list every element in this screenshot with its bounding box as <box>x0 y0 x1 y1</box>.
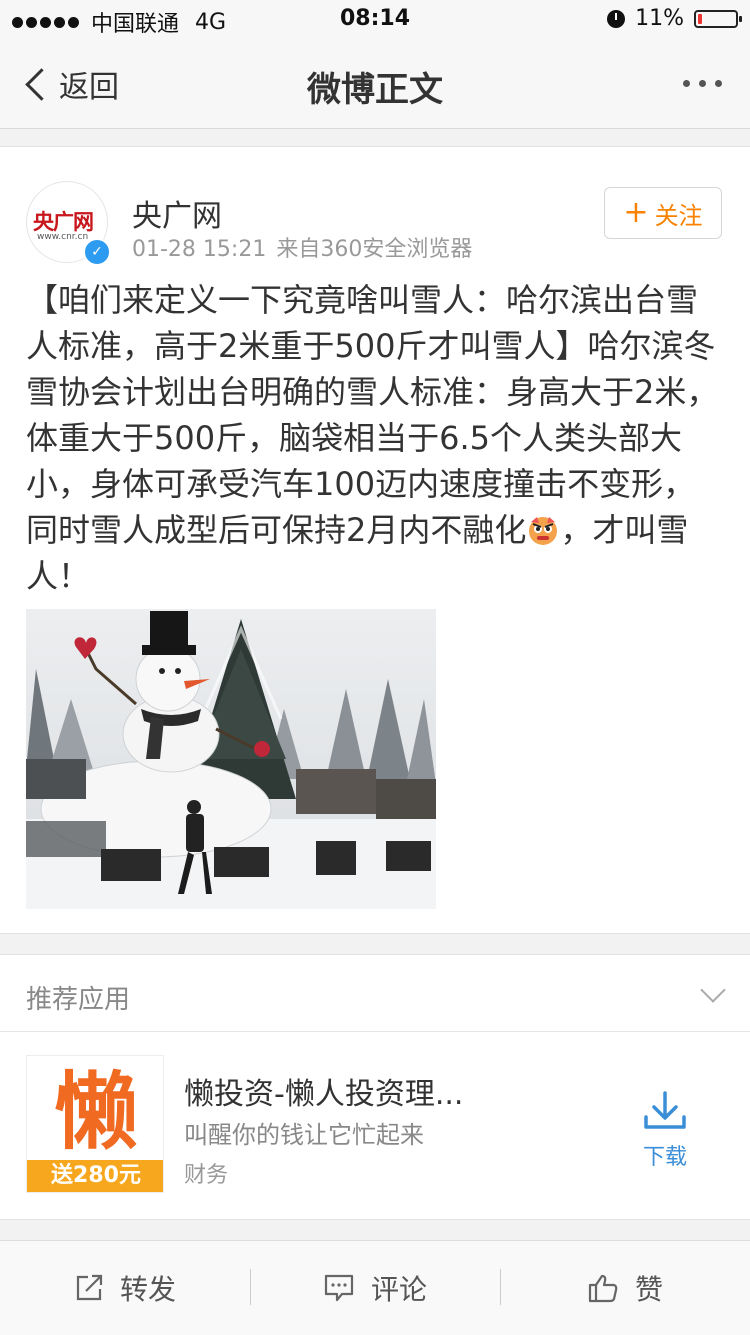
follow-button[interactable]: + 关注 <box>604 187 722 239</box>
snowman-photo[interactable] <box>26 609 436 909</box>
more-dots-icon <box>715 80 722 87</box>
app-description: 叫醒你的钱让它忙起来 <box>184 1121 424 1149</box>
bottom-action-bar: 转发 评论 赞 <box>0 1240 750 1335</box>
follow-label: 关注 <box>654 201 703 230</box>
alarm-icon <box>607 9 626 28</box>
post-text-main: 【咱们来定义一下究竟啥叫雪人：哈尔滨出台雪人标准，高于2米重于500斤才叫雪人】… <box>26 281 719 549</box>
chevron-down-icon[interactable] <box>700 977 726 1003</box>
recommend-section: 推荐应用 懒 送280元 懒投资-懒人投资理... 叫醒你的钱让它忙起来 财务 … <box>0 954 750 1220</box>
status-right: 11% <box>607 6 742 31</box>
comment-label: 评论 <box>370 1273 427 1306</box>
thumbs-up-icon <box>588 1274 618 1303</box>
app-name[interactable]: 懒投资-懒人投资理... <box>184 1069 463 1113</box>
divider <box>0 1031 750 1032</box>
nav-bar: 返回 微博正文 <box>0 40 750 129</box>
app-icon[interactable]: 懒 送280元 <box>26 1055 164 1193</box>
more-button[interactable] <box>683 80 722 87</box>
comment-button[interactable]: 评论 <box>250 1241 500 1335</box>
plus-icon: + <box>623 195 649 230</box>
app-category: 财务 <box>184 1163 229 1188</box>
battery-fill <box>698 13 702 24</box>
download-button[interactable]: 下载 <box>630 1089 700 1170</box>
repost-button[interactable]: 转发 <box>0 1241 250 1335</box>
angry-face-emoji-icon <box>529 517 558 545</box>
repost-icon <box>76 1274 103 1301</box>
post-card: 央广网 www.cnr.cn ✓ 央广网 01-28 15:21 来自360安全浏… <box>0 146 750 934</box>
battery-percent: 11% <box>635 6 684 31</box>
app-promo-badge: 送280元 <box>27 1160 163 1192</box>
avatar[interactable]: 央广网 www.cnr.cn ✓ <box>26 181 111 266</box>
post-time: 01-28 15:21 <box>132 237 267 262</box>
recommend-title: 推荐应用 <box>26 985 131 1015</box>
download-label: 下载 <box>642 1145 687 1170</box>
comment-icon <box>324 1274 354 1302</box>
page-title: 微博正文 <box>307 70 443 110</box>
post-source: 来自360安全浏览器 <box>276 237 473 262</box>
post-text: 【咱们来定义一下究竟啥叫雪人：哈尔滨出台雪人标准，高于2米重于500斤才叫雪人】… <box>26 277 726 599</box>
repost-label: 转发 <box>119 1273 176 1306</box>
author-name[interactable]: 央广网 <box>132 191 222 235</box>
post-meta: 01-28 15:21 来自360安全浏览器 <box>132 231 472 263</box>
battery-icon <box>694 9 742 28</box>
status-bar: 中国联通 4G 08:14 11% <box>0 0 750 40</box>
more-dots-icon <box>683 80 690 87</box>
like-label: 赞 <box>634 1273 663 1306</box>
avatar-logo-sub: www.cnr.cn <box>37 232 89 242</box>
app-icon-glyph: 懒 <box>53 1063 138 1161</box>
like-button[interactable]: 赞 <box>500 1241 750 1335</box>
more-dots-icon <box>699 80 706 87</box>
verified-badge-icon: ✓ <box>83 238 111 266</box>
download-icon <box>644 1091 686 1129</box>
